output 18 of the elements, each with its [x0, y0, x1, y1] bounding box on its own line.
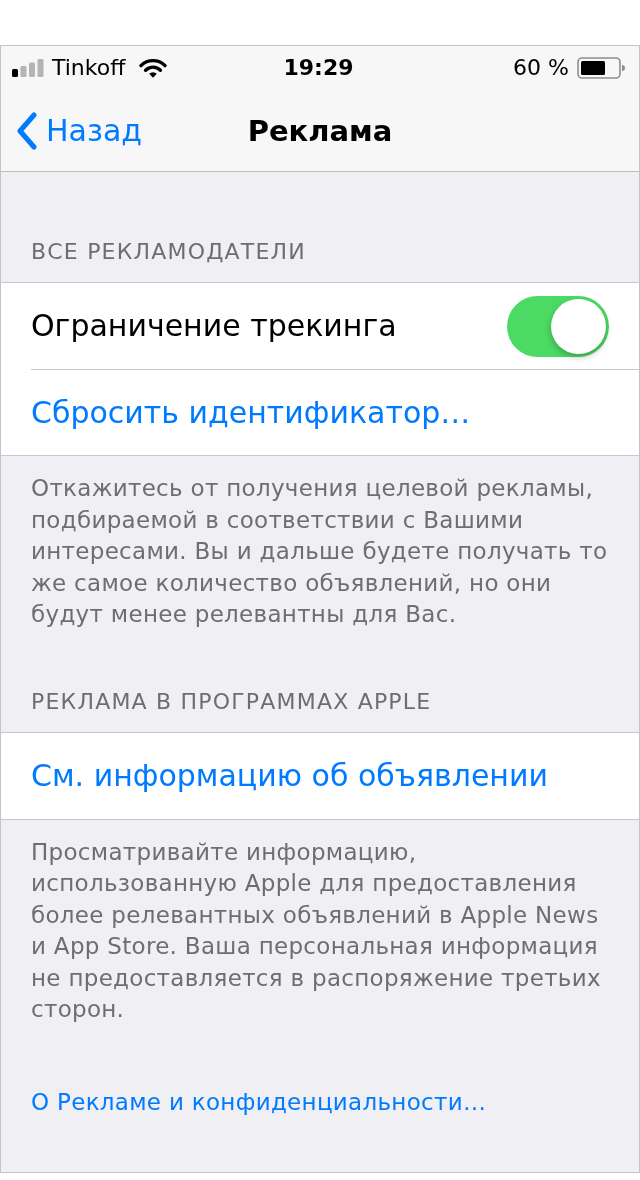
- section-header: ВСЕ РЕКЛАМОДАТЕЛИ: [31, 239, 307, 265]
- battery-icon: [577, 57, 625, 79]
- privacy-link[interactable]: О Рекламе и конфиденциальности…: [31, 1087, 487, 1116]
- chevron-left-icon: [16, 111, 38, 150]
- section-footer-text: Просматривайте информацию, использованную Apple для предоставления более релевантных объявлений в Apple News и App Store. Ваша персональная информация не предоставляется в распоряжение третьих сторон.: [31, 837, 602, 1024]
- setting-label: Ограничение трекинга: [31, 308, 397, 344]
- settings-link[interactable]: См. информацию об объявлении: [31, 757, 548, 794]
- toggle-switch[interactable]: [507, 295, 609, 357]
- settings-link[interactable]: Сбросить идентификатор…: [31, 394, 471, 431]
- battery-percent: 60 %: [513, 55, 569, 81]
- status-time: 19:29: [283, 55, 354, 81]
- section-header: РЕКЛАМА В ПРОГРАММАХ APPLE: [31, 688, 433, 715]
- page-title: Реклама: [247, 112, 393, 149]
- carrier-name: Tinkoff: [52, 55, 126, 81]
- signal-icon: [12, 59, 44, 77]
- back-button[interactable]: Назад: [16, 111, 143, 150]
- wifi-icon: [139, 58, 168, 78]
- section-footer-text: Откажитесь от получения целевой рекламы, подбираемой в соответствии с Вашими интересами. Вы и дальше будете получать то же самое количество объявлений, но они будут менее релевантны для Вас.: [31, 474, 609, 629]
